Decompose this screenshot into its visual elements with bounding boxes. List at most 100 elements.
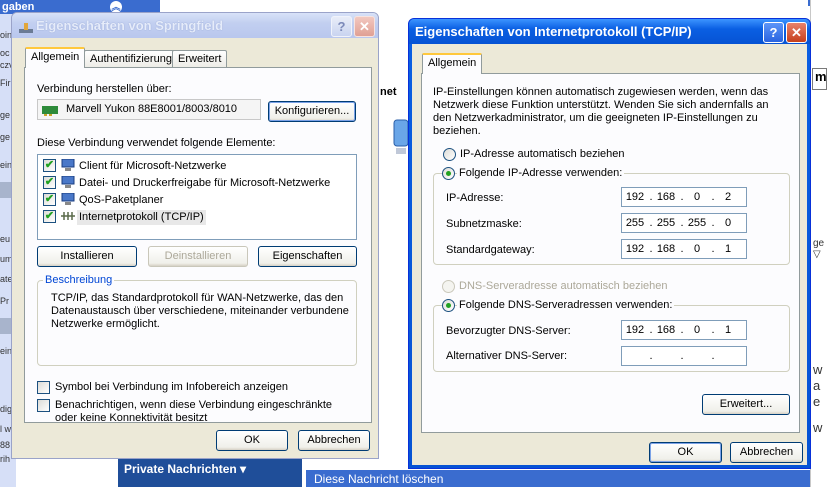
ip-octet: 0	[724, 217, 732, 229]
component-checkbox[interactable]: ✔	[43, 159, 56, 172]
manual-dns-label: Folgende DNS-Serveradressen verwenden:	[457, 299, 675, 312]
background-fragment: w	[813, 420, 823, 435]
ip-dot: .	[711, 191, 715, 203]
ip-octet: 168	[656, 191, 676, 203]
cancel-button[interactable]: Abbrechen	[298, 430, 370, 451]
preferred-dns-field[interactable]: 192. 168. 0. 1	[621, 320, 747, 340]
manual-ip-label: Folgende IP-Adresse verwenden:	[457, 167, 625, 180]
ip-dot: .	[711, 243, 715, 255]
alternate-dns-field[interactable]: . . .	[621, 346, 747, 366]
tray-icon-checkbox[interactable]	[37, 381, 50, 394]
ip-octet: 192	[625, 324, 645, 336]
ip-dot: .	[680, 324, 684, 336]
dialog-body: Allgemein Authentifizierung Erweitert Ve…	[15, 38, 375, 455]
auto-ip-label: IP-Adresse automatisch beziehen	[460, 148, 625, 160]
background-fragment: ge	[0, 110, 11, 120]
list-item[interactable]: ✔ QoS-Paketplaner	[43, 192, 343, 208]
ip-dot: .	[680, 350, 684, 362]
components-label: Diese Verbindung verwendet folgende Elem…	[37, 137, 276, 149]
connect-using-label: Verbindung herstellen über:	[37, 83, 172, 95]
subnet-label: Subnetzmaske:	[446, 218, 522, 230]
window-title: Eigenschaften von Springfield	[36, 18, 224, 33]
gateway-field[interactable]: 192. 168. 0. 1	[621, 239, 747, 259]
tab-advanced[interactable]: Erweitert	[172, 50, 228, 68]
auto-ip-radio[interactable]	[443, 148, 456, 161]
alternate-dns-label: Alternativer DNS-Server:	[446, 350, 568, 362]
general-tab-panel: Verbindung herstellen über: Marvell Yuko…	[24, 67, 372, 424]
component-checkbox[interactable]: ✔	[43, 193, 56, 206]
network-qos-icon	[61, 192, 75, 205]
delete-message-bar[interactable]: Diese Nachricht löschen	[306, 470, 827, 487]
help-button[interactable]: ?	[763, 22, 784, 43]
preferred-dns-label: Bevorzugter DNS-Server:	[446, 325, 571, 337]
component-label: Client für Microsoft-Netzwerke	[79, 160, 227, 172]
ok-button[interactable]: OK	[649, 442, 722, 463]
ip-octet: 192	[625, 243, 645, 255]
adapter-name: Marvell Yukon 88E8001/8003/8010	[66, 103, 238, 115]
general-tab-panel: IP-Einstellungen können automatisch zuge…	[421, 73, 800, 433]
close-button[interactable]: ✕	[786, 22, 807, 43]
window-title: Eigenschaften von Internetprotokoll (TCP…	[415, 24, 692, 39]
advanced-button[interactable]: Erweitert...	[702, 394, 790, 415]
ip-dot: .	[649, 217, 653, 229]
list-item[interactable]: ✔ Client für Microsoft-Netzwerke	[43, 158, 343, 174]
ip-octet: 168	[656, 324, 676, 336]
ip-octet: 192	[625, 191, 645, 203]
tab-general[interactable]: Allgemein	[25, 47, 86, 68]
ok-button[interactable]: OK	[216, 430, 288, 451]
ip-dot: .	[680, 243, 684, 255]
ip-octet: 0	[693, 191, 701, 203]
description-text: TCP/IP, das Standardprotokoll für WAN-Ne…	[51, 292, 349, 330]
dialog-body: Allgemein IP-Einstellungen können automa…	[412, 44, 807, 465]
title-bar[interactable]: Eigenschaften von Internetprotokoll (TCP…	[409, 19, 810, 44]
adapter-field: Marvell Yukon 88E8001/8003/8010	[37, 99, 261, 120]
install-button[interactable]: Installieren	[37, 246, 137, 267]
close-button[interactable]: ✕	[354, 16, 375, 37]
tcpip-properties-dialog: Eigenschaften von Internetprotokoll (TCP…	[408, 18, 811, 469]
background-fragment: Pr	[0, 296, 9, 306]
list-item[interactable]: ✔ Datei- und Druckerfreigabe für Microso…	[43, 175, 343, 191]
notify-label: Benachrichtigen, wenn diese Verbindung e…	[55, 399, 333, 424]
notify-checkbox[interactable]	[37, 399, 50, 412]
private-messages-header[interactable]: Private Nachrichten ▾	[118, 458, 302, 487]
help-button[interactable]: ?	[331, 16, 352, 37]
tab-authentication[interactable]: Authentifizierung	[84, 50, 178, 68]
ip-address-label: IP-Adresse:	[446, 192, 504, 204]
background-fragment: ge	[0, 132, 11, 142]
component-label: Internetprotokoll (TCP/IP)	[77, 210, 206, 225]
auto-dns-radio[interactable]	[442, 280, 455, 293]
background-fragment: 88	[0, 440, 11, 450]
components-list[interactable]: ✔ Client für Microsoft-Netzwerke ✔ Datei…	[37, 154, 357, 240]
component-label: Datei- und Druckerfreigabe für Microsoft…	[79, 177, 331, 189]
network-connection-icon	[18, 18, 34, 33]
ip-dot: .	[680, 217, 684, 229]
tab-general[interactable]: Allgemein	[422, 53, 483, 74]
ip-address-field[interactable]: 192. 168. 0. 2	[621, 187, 747, 207]
title-bar[interactable]: Eigenschaften von Springfield ? ✕	[12, 13, 378, 38]
manual-dns-radio[interactable]	[442, 299, 455, 312]
cancel-button[interactable]: Abbrechen	[730, 442, 803, 463]
ip-dot: .	[711, 350, 715, 362]
auto-dns-label: DNS-Serveradresse automatisch beziehen	[459, 280, 668, 292]
network-client-icon	[61, 158, 75, 171]
configure-button[interactable]: Konfigurieren...	[268, 101, 356, 122]
component-checkbox[interactable]: ✔	[43, 210, 56, 223]
ip-octet: 255	[625, 217, 645, 229]
background-fragment: ge ▽	[813, 238, 825, 260]
tray-icon-label: Symbol bei Verbindung im Infobereich anz…	[55, 381, 288, 393]
manual-ip-radio[interactable]	[442, 167, 455, 180]
ip-octet: 1	[724, 243, 732, 255]
background-fragment: a	[813, 378, 821, 393]
properties-button[interactable]: Eigenschaften	[258, 246, 357, 267]
ip-octet: 168	[656, 243, 676, 255]
ip-dot: .	[649, 243, 653, 255]
ip-dot: .	[711, 324, 715, 336]
subnet-field[interactable]: 255. 255. 255. 0	[621, 213, 747, 233]
background-right-input[interactable]: m	[812, 68, 827, 90]
ip-octet: 255	[687, 217, 707, 229]
uninstall-button[interactable]: Deinstallieren	[148, 246, 248, 267]
component-checkbox[interactable]: ✔	[43, 176, 56, 189]
springfield-properties-dialog: Eigenschaften von Springfield ? ✕ Allgem…	[11, 12, 379, 459]
ip-octet: 0	[693, 243, 701, 255]
list-item[interactable]: ✔ Internetprotokoll (TCP/IP)	[43, 209, 343, 225]
